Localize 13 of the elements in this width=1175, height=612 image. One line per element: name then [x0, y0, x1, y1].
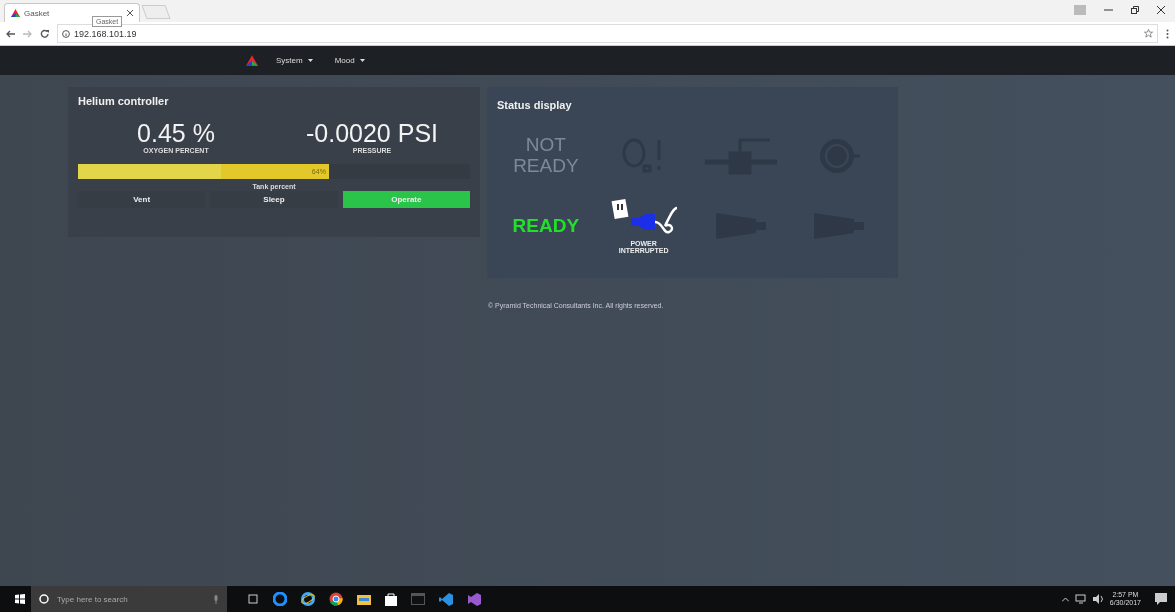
status-text: NOT READY [512, 135, 580, 177]
mode-button[interactable]: Sleep [210, 191, 338, 208]
address-bar[interactable]: 192.168.101.19 [57, 24, 1158, 43]
panel-title: Helium controller [78, 95, 170, 107]
mode-button[interactable]: Vent [78, 191, 206, 208]
status-text: READY [511, 215, 581, 237]
reading-value: 0.45 % [137, 121, 215, 146]
nav-menu[interactable]: System [272, 56, 317, 65]
search-field[interactable]: Type here to search [54, 593, 208, 605]
panel-title: Status display [497, 99, 572, 111]
nav-menu[interactable]: Mood [330, 56, 369, 65]
search-field[interactable]: Type here to search [31, 586, 227, 612]
reading-value: -0.0020 PSI [306, 121, 438, 146]
